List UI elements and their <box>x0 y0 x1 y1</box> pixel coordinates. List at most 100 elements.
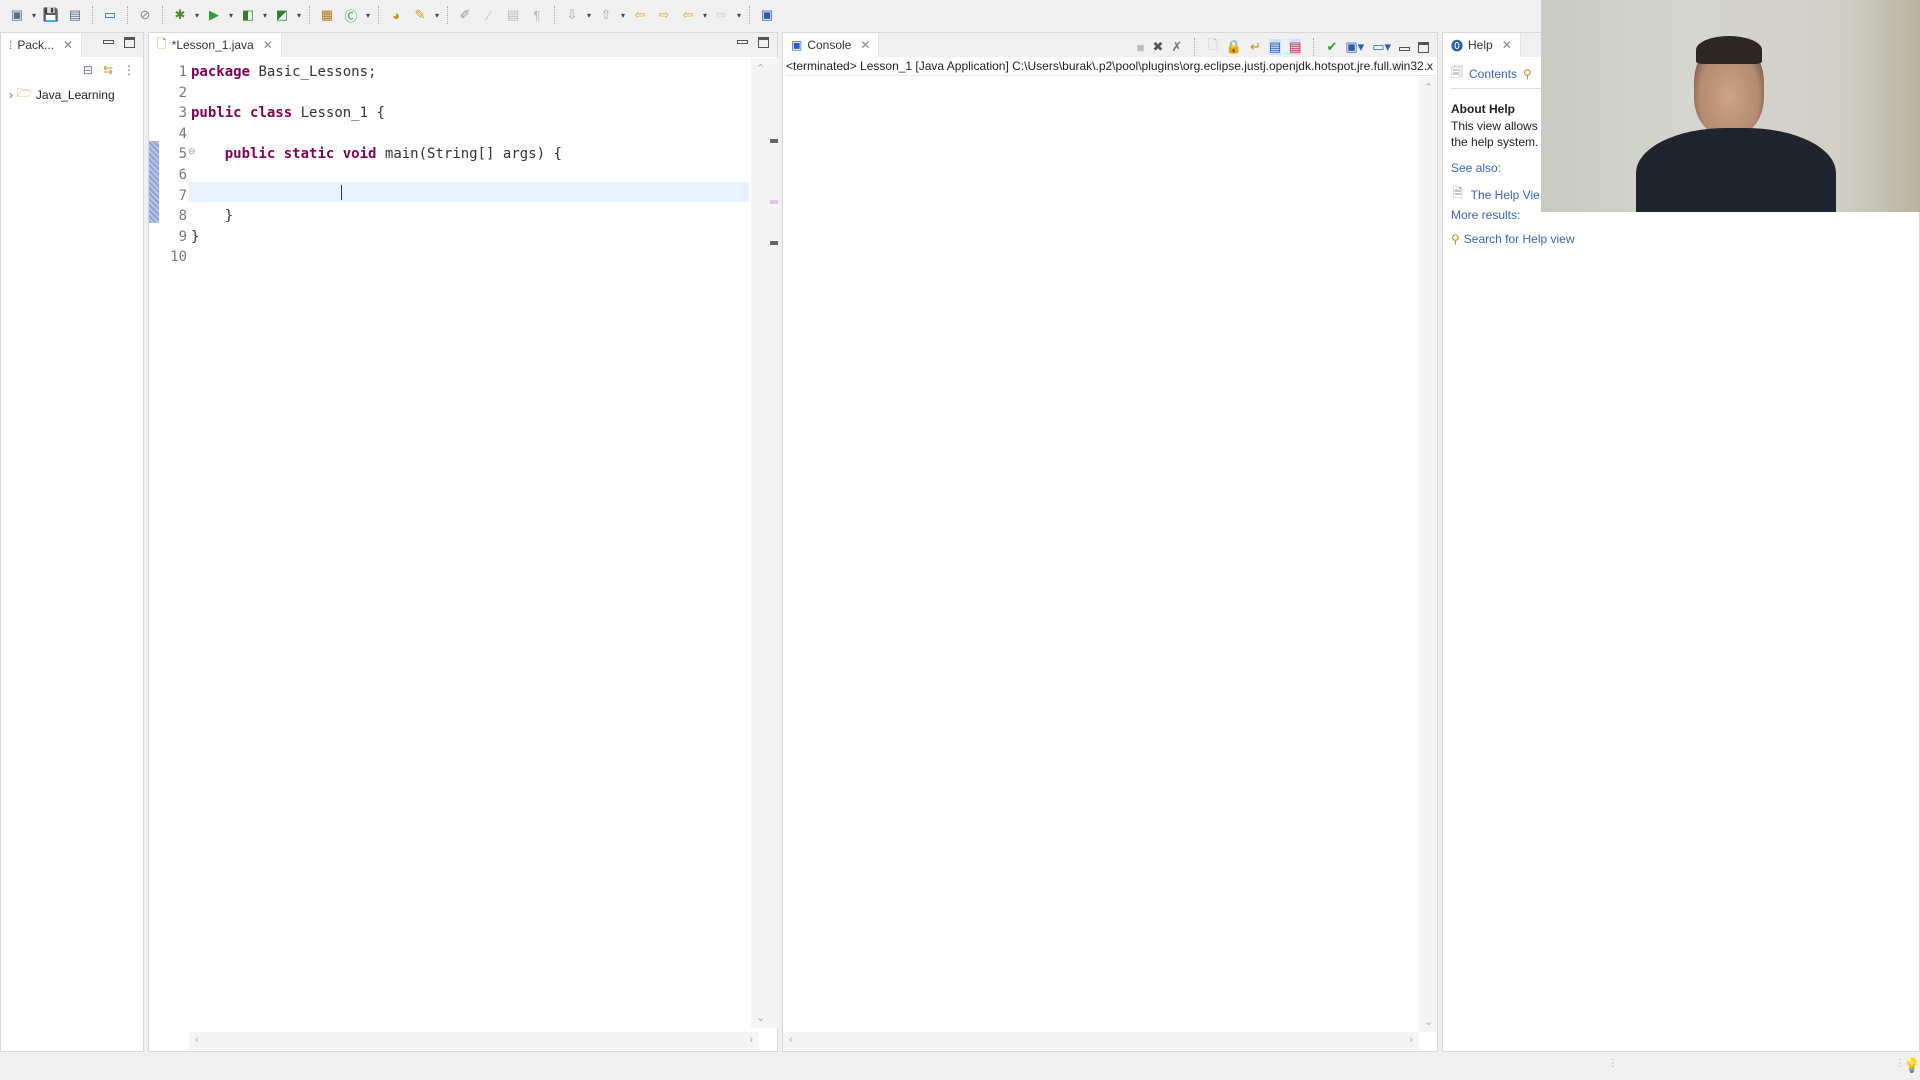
next-annotation-dropdown[interactable]: ▾ <box>585 4 593 26</box>
code-line[interactable]: package Basic_Lessons; <box>191 62 376 83</box>
pin-console-icon[interactable]: ✔ <box>1326 39 1337 55</box>
close-icon[interactable]: ✕ <box>263 38 273 52</box>
minimize-button[interactable] <box>1399 46 1410 51</box>
horizontal-scrollbar[interactable]: ‹ › <box>783 1032 1419 1050</box>
word-wrap-icon[interactable]: ↵ <box>1250 39 1261 55</box>
toggle-word-wrap-icon[interactable]: ▤ <box>502 4 524 26</box>
show-on-stdout-icon[interactable]: ▤ <box>1268 39 1282 55</box>
save-all-icon[interactable]: ▤ <box>64 4 86 26</box>
horizontal-scrollbar[interactable]: ‹ › <box>189 1032 759 1050</box>
search-icon[interactable]: ✎ <box>409 4 431 26</box>
scroll-up-icon[interactable]: ⌃ <box>756 62 765 75</box>
code-line[interactable]: public class Lesson_1 { <box>191 103 385 124</box>
maximize-button[interactable] <box>1418 41 1429 53</box>
toggle-mark-occurrences-icon[interactable]: ✐ <box>454 4 476 26</box>
vertical-scrollbar[interactable]: ⌃ ⌄ <box>1419 77 1437 1032</box>
remove-launch-icon[interactable]: ✖ <box>1153 39 1164 55</box>
scroll-right-icon[interactable]: › <box>749 1034 753 1046</box>
open-console-icon[interactable]: ▭ <box>99 4 121 26</box>
close-icon[interactable]: ✕ <box>860 38 870 52</box>
next-edit-location-icon[interactable]: ⇨ <box>653 4 675 26</box>
console-panel: ▣ Console ✕ ■ ✖ ✗ 🗋 🔒 ↵ ▤ ▤ ✔ ▣▾ ▭▾ <ter… <box>782 32 1438 1052</box>
tab-lesson-1-java[interactable]: 🗋 *Lesson_1.java ✕ <box>149 33 282 57</box>
scroll-lock-icon[interactable]: 🔒 <box>1226 39 1242 55</box>
vertical-scrollbar[interactable]: ⌃ ⌄ <box>751 58 769 1028</box>
terminate-icon[interactable]: ■ <box>1137 40 1145 55</box>
coverage-icon[interactable]: ◧ <box>237 4 259 26</box>
collapse-all-icon[interactable]: ⊟ <box>83 63 93 77</box>
open-perspective-icon[interactable]: ▣ <box>756 4 778 26</box>
skip-breakpoints-icon[interactable]: ⊘ <box>134 4 156 26</box>
code-token: } <box>191 228 200 245</box>
open-type-icon[interactable]: ◕ <box>385 4 407 26</box>
search-for-help-view-link[interactable]: Search for Help view <box>1464 232 1575 246</box>
last-edit-location-icon[interactable]: ⇦ <box>629 4 651 26</box>
new-class-dropdown[interactable]: ▾ <box>364 4 372 26</box>
new-java-project-icon[interactable]: ▦ <box>316 4 338 26</box>
chevron-right-icon[interactable]: › <box>9 88 13 102</box>
run-dropdown[interactable]: ▾ <box>227 4 235 26</box>
tab-console[interactable]: ▣ Console ✕ <box>783 33 880 57</box>
search-help-icon: ⚲ <box>1451 232 1460 246</box>
scroll-left-icon[interactable]: ‹ <box>195 1034 199 1046</box>
previous-annotation-icon[interactable]: ⇧ <box>595 4 617 26</box>
close-icon[interactable]: ✕ <box>1502 38 1512 52</box>
run-icon[interactable]: ▶ <box>203 4 225 26</box>
annotation-marker[interactable] <box>770 241 778 245</box>
scroll-up-icon[interactable]: ⌃ <box>1424 81 1433 94</box>
tab-help[interactable]: ⓿ Help ✕ <box>1443 33 1521 57</box>
annotation-marker[interactable] <box>770 200 778 204</box>
code-line[interactable]: public static void main(String[] args) { <box>191 144 562 165</box>
lightbulb-icon[interactable]: 💡 <box>1903 1057 1920 1074</box>
save-icon[interactable]: 💾 <box>40 4 62 26</box>
view-menu-icon[interactable]: ⋮ <box>123 63 135 77</box>
forward-dropdown[interactable]: ▾ <box>735 4 743 26</box>
new-class-icon[interactable]: Ⓒ <box>340 4 362 26</box>
new-icon[interactable]: ▣ <box>6 4 28 26</box>
package-explorer-icon: ⁞ <box>9 38 13 52</box>
tree-item-java-learning[interactable]: › 🗁 Java_Learning <box>9 84 115 105</box>
toggle-edit-block-icon[interactable]: ⁄ <box>478 4 500 26</box>
previous-annotation-dropdown[interactable]: ▾ <box>619 4 627 26</box>
line-number: 6 <box>178 167 187 183</box>
java-project-icon: 🗁 <box>17 86 32 100</box>
forward-icon[interactable]: ⇨ <box>711 4 733 26</box>
back-icon[interactable]: ⇦ <box>677 4 699 26</box>
java-file-icon: 🗋 <box>157 36 167 51</box>
maximize-button[interactable] <box>758 37 769 48</box>
new-dropdown[interactable]: ▾ <box>30 4 38 26</box>
external-tools-dropdown[interactable]: ▾ <box>295 4 303 26</box>
minimize-button[interactable] <box>103 40 114 44</box>
contents-link[interactable]: Contents <box>1469 67 1517 81</box>
annotation-marker[interactable] <box>770 139 778 143</box>
minimize-button[interactable] <box>737 40 748 44</box>
help-view-link[interactable]: The Help Vie <box>1471 188 1540 202</box>
display-selected-console-icon[interactable]: ▣▾ <box>1345 39 1364 55</box>
document-icon: 🗎 <box>1453 186 1463 200</box>
debug-icon[interactable]: ✱ <box>169 4 191 26</box>
scroll-left-icon[interactable]: ‹ <box>789 1034 793 1046</box>
code-editor[interactable]: package Basic_Lessons;public class Lesso… <box>191 58 749 1023</box>
tab-package-explorer[interactable]: ⁞ Pack... ✕ <box>1 33 83 57</box>
open-console-icon[interactable]: ▭▾ <box>1372 39 1391 55</box>
show-whitespace-icon[interactable]: ¶ <box>526 4 548 26</box>
show-on-stderr-icon[interactable]: ▤ <box>1289 39 1302 55</box>
search-help-icon[interactable]: ⚲ <box>1523 67 1532 81</box>
scroll-down-icon[interactable]: ⌄ <box>1424 1015 1433 1028</box>
line-number: 2 <box>178 84 187 101</box>
scroll-right-icon[interactable]: › <box>1409 1034 1413 1046</box>
remove-all-terminated-icon[interactable]: ✗ <box>1171 39 1182 55</box>
link-with-editor-icon[interactable]: ⇆ <box>103 63 113 77</box>
debug-dropdown[interactable]: ▾ <box>193 4 201 26</box>
clear-console-icon[interactable]: 🗋 <box>1207 36 1217 58</box>
close-icon[interactable]: ✕ <box>63 38 73 52</box>
code-line[interactable]: } <box>191 227 199 248</box>
scroll-down-icon[interactable]: ⌄ <box>756 1011 765 1024</box>
coverage-dropdown[interactable]: ▾ <box>261 4 269 26</box>
next-annotation-icon[interactable]: ⇩ <box>561 4 583 26</box>
external-tools-icon[interactable]: ◩ <box>271 4 293 26</box>
search-dropdown[interactable]: ▾ <box>433 4 441 26</box>
code-line[interactable]: } <box>191 206 233 227</box>
back-dropdown[interactable]: ▾ <box>701 4 709 26</box>
maximize-button[interactable] <box>124 37 135 48</box>
